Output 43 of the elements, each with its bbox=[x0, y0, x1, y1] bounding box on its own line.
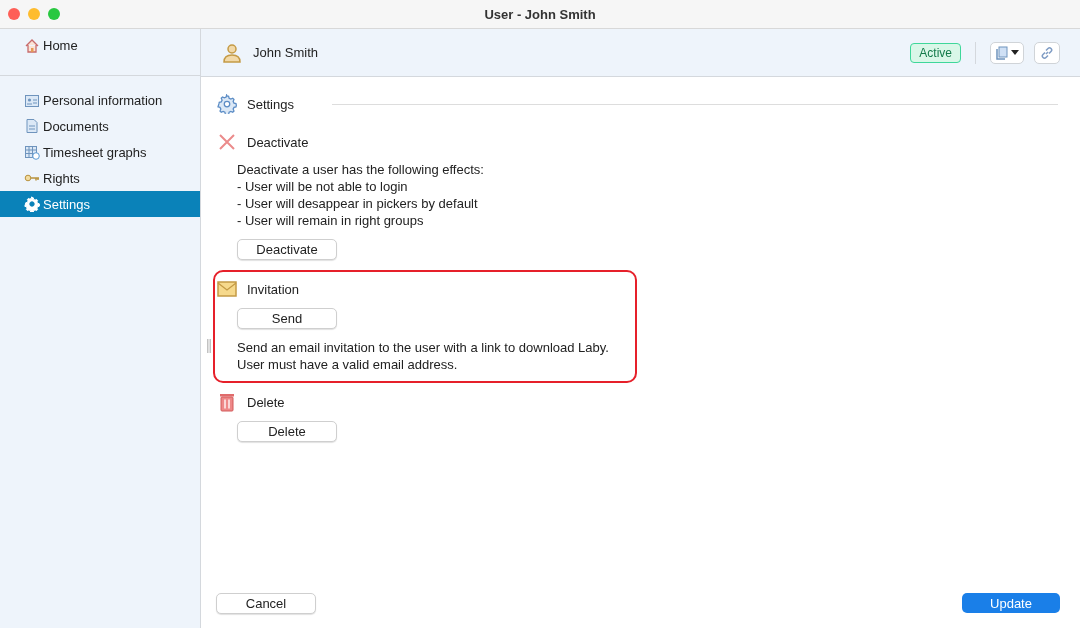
sidebar-item[interactable]: Rights bbox=[0, 165, 200, 191]
user-icon bbox=[221, 41, 243, 64]
section-title: Invitation bbox=[247, 281, 300, 297]
status-badge: Active bbox=[910, 42, 961, 63]
home-link[interactable]: Home bbox=[0, 29, 200, 76]
sidebar-item[interactable]: Documents bbox=[0, 113, 200, 139]
splitter-handle-icon[interactable] bbox=[207, 339, 211, 353]
action-button[interactable]: Delete bbox=[237, 421, 337, 442]
description-line: - User will desappear in pickers by default bbox=[237, 195, 479, 212]
description-line: Send an email invitation to the user with a link to download Laby. bbox=[237, 339, 610, 356]
copy-icon bbox=[995, 45, 1009, 60]
sidebar-item[interactable]: Settings bbox=[0, 191, 200, 217]
action-button[interactable]: Send bbox=[237, 308, 337, 329]
minimize-window-button[interactable] bbox=[28, 8, 40, 20]
section-title: Settings bbox=[247, 96, 294, 112]
description-line: Deactivate a user has the following effects: bbox=[237, 161, 485, 178]
section-title: Delete bbox=[247, 394, 285, 410]
description-line: User must have a valid email address. bbox=[237, 356, 459, 373]
home-icon bbox=[24, 38, 40, 54]
settings-icon bbox=[217, 94, 237, 114]
description-line: - User will remain in right groups bbox=[237, 212, 425, 229]
sidebar-item[interactable]: Timesheet graphs bbox=[0, 139, 200, 165]
close-window-button[interactable] bbox=[8, 8, 20, 20]
copy-dropdown-button[interactable] bbox=[990, 41, 1024, 64]
window-title: User - John Smith bbox=[484, 6, 596, 22]
zoom-window-button[interactable] bbox=[48, 8, 60, 20]
settings-icon bbox=[24, 196, 40, 212]
id-card-icon bbox=[24, 92, 40, 108]
cancel-button[interactable]: Cancel bbox=[216, 592, 316, 614]
update-button[interactable]: Update bbox=[962, 593, 1060, 613]
envelope-icon bbox=[217, 281, 237, 297]
sidebar-item[interactable]: Personal information bbox=[0, 87, 200, 113]
trash-icon bbox=[217, 392, 237, 412]
action-button[interactable]: Deactivate bbox=[237, 239, 337, 260]
section-title: Deactivate bbox=[247, 134, 309, 150]
link-button[interactable] bbox=[1034, 41, 1060, 64]
caret-icon bbox=[1011, 49, 1019, 56]
user-name: John Smith bbox=[253, 45, 320, 60]
document-icon bbox=[24, 118, 40, 134]
spreadsheet-clock-icon bbox=[24, 144, 40, 160]
close-icon bbox=[217, 132, 237, 152]
link-icon bbox=[1040, 45, 1054, 60]
description-line: - User will be not able to login bbox=[237, 178, 409, 195]
